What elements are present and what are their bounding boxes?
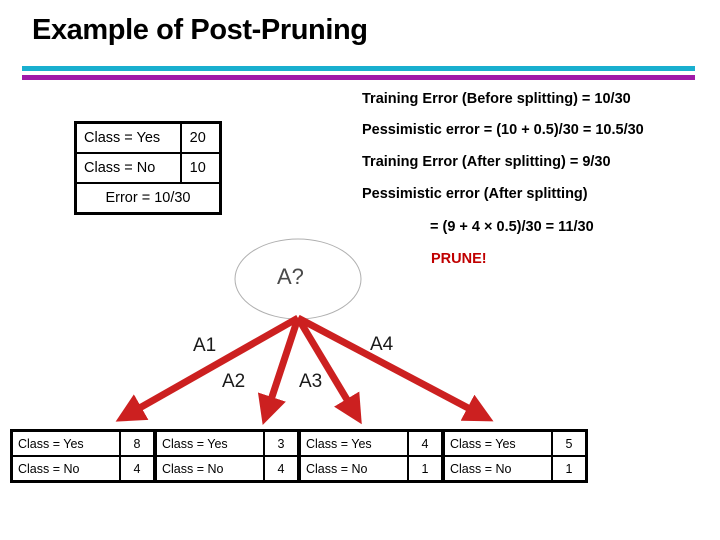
table-row: Error = 10/30 [74,182,222,215]
table-row: Class = Yes 3 [154,429,300,457]
root-node-label: A? [277,264,304,289]
table-row: Class = No 1 [442,455,588,483]
table-row: Class = Yes 20 [74,121,222,154]
table-row: Class = Yes 5 [442,429,588,457]
table-row: Class = No 10 [74,152,222,184]
leaf-row-value: 4 [263,455,300,483]
root-row-value: 10 [179,152,222,184]
table-row: Class = No 4 [154,455,300,483]
table-row: Class = Yes 4 [298,429,444,457]
divider-rule-magenta [22,75,695,80]
leaf-row-label: Class = No [10,455,121,483]
leaf-row-value: 8 [119,429,156,457]
tree-edge-a3 [294,316,362,425]
leaf-row-label: Class = Yes [442,429,553,457]
table-row: Class = No 1 [298,455,444,483]
prune-decision-label: PRUNE! [431,251,487,267]
leaf-row-value: 1 [407,455,444,483]
leaf-stats-table-2: Class = Yes 3 Class = No 4 [154,429,300,483]
calc-line-pessimistic-error-after: Pessimistic error (After splitting) [362,186,588,202]
root-stats-table: Class = Yes 20 Class = No 10 Error = 10/… [74,121,222,215]
leaf-row-value: 1 [551,455,588,483]
tree-edge-a4 [296,314,494,422]
leaf-row-value: 4 [407,429,444,457]
leaf-stats-table-1: Class = Yes 8 Class = No 4 [10,429,156,483]
calc-line-training-error-before: Training Error (Before splitting) = 10/3… [362,91,631,107]
tree-edge-label-a4: A4 [370,334,394,355]
calc-line-pessimistic-error-before: Pessimistic error = (10 + 0.5)/30 = 10.5… [362,122,644,138]
leaf-row-value: 4 [119,455,156,483]
calc-line-pessimistic-error-after-value: = (9 + 4 × 0.5)/30 = 11/30 [430,219,594,235]
tree-edge-group [115,314,494,425]
table-row: Class = No 4 [10,455,156,483]
leaf-row-label: Class = Yes [298,429,409,457]
root-row-value: 20 [179,121,222,154]
leaf-stats-table-4: Class = Yes 5 Class = No 1 [442,429,588,483]
leaf-row-value: 5 [551,429,588,457]
leaf-row-label: Class = No [298,455,409,483]
leaf-stats-table-3: Class = Yes 4 Class = No 1 [298,429,444,483]
leaf-row-value: 3 [263,429,300,457]
root-row-label: Class = No [74,152,182,184]
tree-edge-a2 [257,316,302,425]
root-row-label: Class = Yes [74,121,182,154]
tree-edge-a1 [115,314,300,422]
divider-rule-cyan [22,66,695,71]
leaf-row-label: Class = Yes [154,429,265,457]
slide-canvas: Example of Post-Pruning Class = Yes 20 C… [0,0,720,540]
table-row: Class = Yes 8 [10,429,156,457]
root-error-cell: Error = 10/30 [74,182,222,215]
leaf-row-label: Class = No [442,455,553,483]
tree-edge-label-a2: A2 [222,371,246,392]
leaf-row-label: Class = No [154,455,265,483]
page-title: Example of Post-Pruning [32,14,368,46]
leaf-row-label: Class = Yes [10,429,121,457]
calc-line-training-error-after: Training Error (After splitting) = 9/30 [362,154,611,170]
tree-edge-label-a3: A3 [299,371,323,392]
tree-edge-label-a1: A1 [193,335,217,356]
